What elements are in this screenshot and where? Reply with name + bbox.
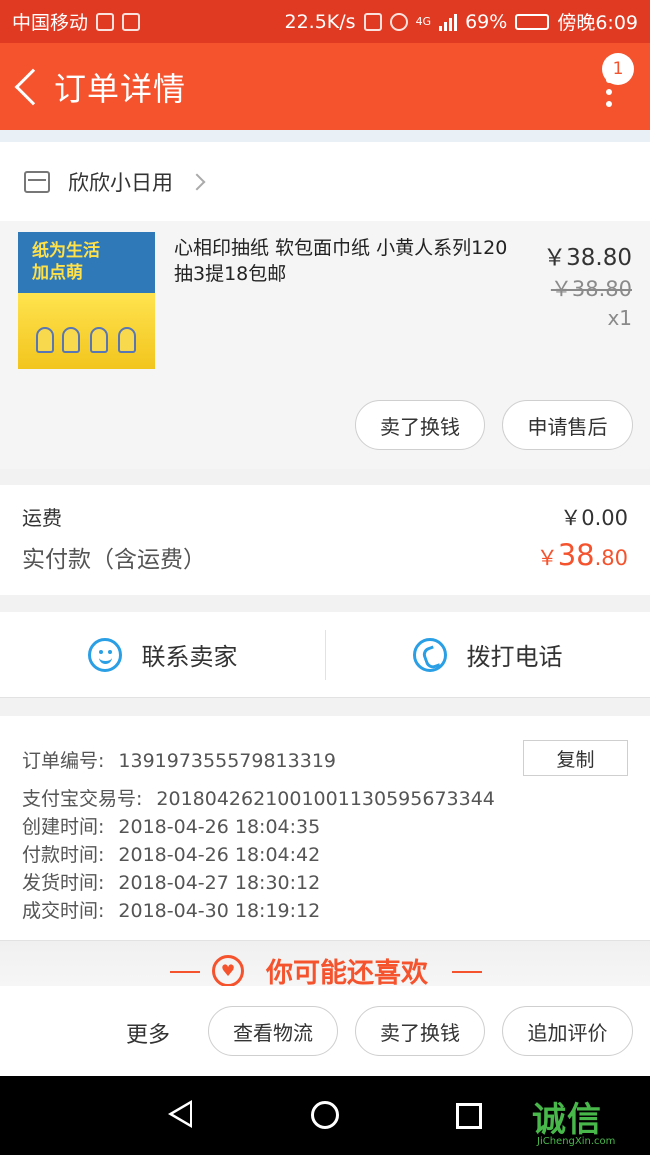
order-info: 订单编号: 139197355579813319 复制 支付宝交易号: 201804… [0,716,650,940]
shop-row[interactable]: 欣欣小日用 [0,142,650,221]
view-logistics-button[interactable]: 查看物流 [208,1006,338,1056]
contact-row: 联系卖家 拨打电话 [0,612,650,698]
vibrate-icon [363,12,382,31]
carrier-label: 中国移动 [12,12,89,34]
app-notification-icon [122,12,141,31]
paid-integer: 38 [557,538,595,572]
notification-icon [96,12,115,31]
product-original-price: ￥38.80 [550,277,632,301]
shipped-time: 2018-04-27 18:30:12 [118,872,321,894]
alipay-trade-row: 支付宝交易号: 2018042621001001130595673344 [22,784,495,811]
call-phone-button[interactable]: 拨打电话 [325,612,650,697]
recommend-title-text: 你可能还喜欢 [266,958,428,989]
network-type: 4G [415,15,432,28]
product-image-slogan: 纸为生活 加点萌 [32,241,100,283]
eye-comfort-icon [389,12,408,31]
add-review-button[interactable]: 追加评价 [502,1006,633,1056]
created-time-row: 创建时间: 2018-04-26 18:04:35 [22,812,320,839]
page-title: 订单详情 [54,69,187,108]
after-sales-button[interactable]: 申请售后 [502,400,633,450]
info-key: 付款时间: [22,844,105,866]
recommend-header: 你可能还喜欢 [0,940,650,989]
call-phone-label: 拨打电话 [466,643,563,671]
chevron-right-icon [188,173,206,190]
created-time: 2018-04-26 18:04:35 [118,816,321,838]
product-name[interactable]: 心相印抽纸 软包面巾纸 小黄人系列120抽3提18包邮 [174,235,519,287]
paid-amount: ￥38.80 [537,538,628,572]
recommend-title: 你可能还喜欢 [0,951,650,990]
decorative-line [452,971,482,973]
bottom-action-bar: 更多 查看物流 卖了换钱 追加评价 [0,986,650,1076]
divider [325,630,326,680]
resell-button[interactable]: 卖了换钱 [355,400,485,450]
system-nav-bar: 诚信 JiChengXin.com [0,1076,650,1155]
shipping-value: ￥0.00 [560,506,628,530]
watermark-url: JiChengXin.com [537,1136,616,1147]
battery-icon [515,13,550,30]
completed-time: 2018-04-30 18:19:12 [118,900,321,922]
back-nav-icon[interactable] [168,1100,192,1128]
recents-nav-icon[interactable] [456,1103,482,1129]
network-speed: 22.5K/s [284,10,356,33]
copy-button[interactable]: 复制 [523,740,628,776]
nav-bar: 订单详情 1 [0,43,650,130]
shop-name: 欣欣小日用 [68,170,173,195]
cost-summary: 运费 ￥0.00 实付款（含运费） ￥38.80 [0,485,650,595]
contact-seller-button[interactable]: 联系卖家 [0,612,325,697]
alipay-trade-number: 2018042621001001130595673344 [156,788,495,810]
paid-symbol: ￥ [536,546,558,570]
product-image[interactable]: 纸为生活 加点萌 [18,232,155,369]
back-arrow-icon[interactable] [14,68,52,105]
status-bar: 中国移动 22.5K/s 4G 69% 傍晚6:09 [0,0,650,43]
info-key: 订单编号: [22,750,105,772]
store-icon [24,170,50,193]
watermark-logo: 诚信 [532,1100,602,1140]
product-card: 纸为生活 加点萌 心相印抽纸 软包面巾纸 小黄人系列120抽3提18包邮 ￥38.… [0,221,650,469]
battery-percent: 69% [465,10,508,33]
home-nav-icon[interactable] [311,1101,339,1129]
order-number: 139197355579813319 [118,750,336,772]
phone-icon [412,637,447,672]
notification-badge: 1 [602,53,634,85]
info-key: 发货时间: [22,872,105,894]
paid-label: 实付款（含运费） [22,547,206,573]
product-price: ￥38.80 [543,245,632,271]
info-key: 成交时间: [22,900,105,922]
info-key: 支付宝交易号: [22,788,143,810]
product-quantity: x1 [607,306,632,330]
paid-time: 2018-04-26 18:04:42 [118,844,321,866]
contact-seller-label: 联系卖家 [141,643,238,671]
product-image-package [18,293,155,369]
more-button[interactable]: 更多 [126,1017,170,1049]
resell-button[interactable]: 卖了换钱 [355,1006,485,1056]
order-number-row: 订单编号: 139197355579813319 [22,746,336,773]
shipping-label: 运费 [22,506,62,530]
signal-icon [439,13,458,31]
clock: 傍晚6:09 [557,12,638,34]
info-key: 创建时间: [22,816,105,838]
shipped-time-row: 发货时间: 2018-04-27 18:30:12 [22,868,320,895]
chat-smile-icon [87,637,122,672]
divider [0,130,650,142]
heart-icon [212,955,244,987]
completed-time-row: 成交时间: 2018-04-30 18:19:12 [22,896,320,923]
paid-decimal: .80 [594,546,628,570]
paid-time-row: 付款时间: 2018-04-26 18:04:42 [22,840,320,867]
